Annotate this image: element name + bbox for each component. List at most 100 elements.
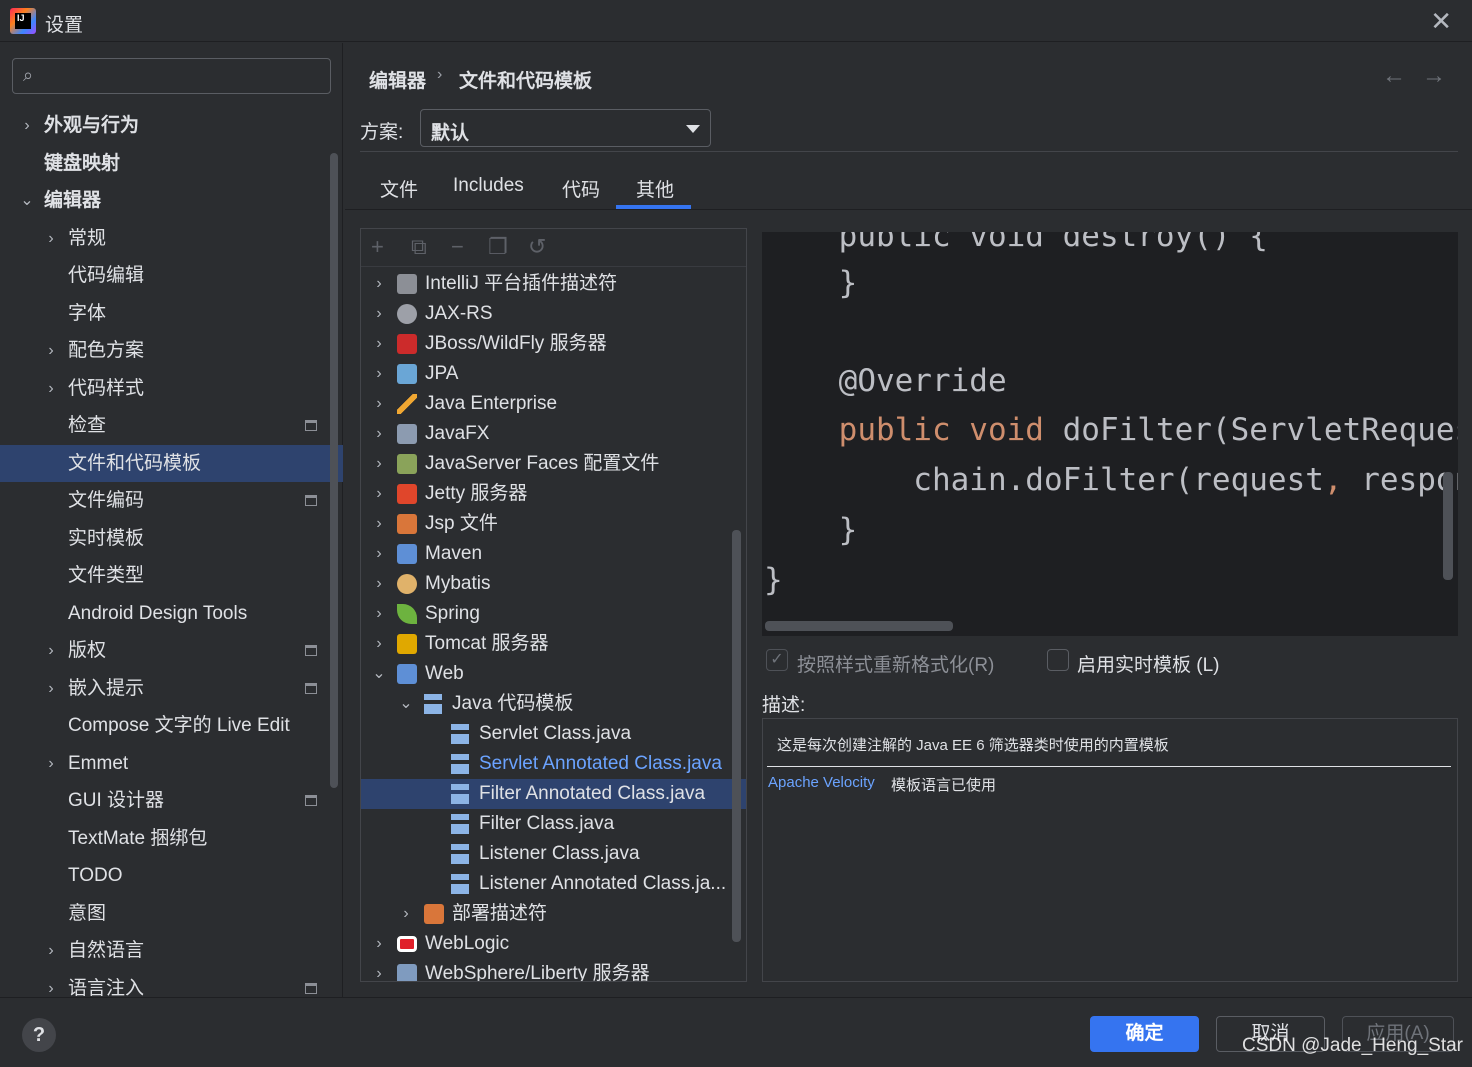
template-tree-item[interactable]: Filter Class.java bbox=[361, 809, 746, 839]
chevron-right-icon[interactable]: › bbox=[42, 220, 60, 257]
template-tree-item[interactable]: Listener Class.java bbox=[361, 839, 746, 869]
chevron-right-icon[interactable]: › bbox=[42, 332, 60, 369]
apache-velocity-link[interactable]: Apache Velocity bbox=[768, 774, 875, 791]
chevron-right-icon[interactable]: › bbox=[371, 449, 387, 479]
template-tree-item[interactable]: › 部署描述符 bbox=[361, 899, 746, 929]
chevron-down-icon[interactable]: ⌄ bbox=[18, 182, 36, 219]
chevron-right-icon[interactable]: › bbox=[371, 329, 387, 359]
chevron-right-icon[interactable]: › bbox=[371, 959, 387, 981]
search-input[interactable] bbox=[53, 63, 323, 89]
sidebar-item[interactable]: › 版权 bbox=[0, 632, 343, 669]
chevron-down-icon[interactable]: ⌄ bbox=[371, 659, 387, 689]
tab-code[interactable]: 代码 bbox=[562, 175, 600, 202]
sidebar-item[interactable]: 键盘映射 bbox=[0, 145, 343, 182]
template-tree-item[interactable]: › JAX-RS bbox=[361, 299, 746, 329]
remove-icon[interactable]: − bbox=[451, 234, 464, 260]
chevron-right-icon[interactable]: › bbox=[42, 745, 60, 782]
chevron-right-icon[interactable]: › bbox=[398, 899, 414, 929]
chevron-down-icon[interactable]: ⌄ bbox=[398, 689, 414, 719]
template-tree-item[interactable]: › Jsp 文件 bbox=[361, 509, 746, 539]
settings-search[interactable]: ⌕ bbox=[12, 58, 331, 94]
sidebar-item[interactable]: › 外观与行为 bbox=[0, 107, 343, 144]
sidebar-item[interactable]: Android Design Tools bbox=[0, 595, 343, 632]
chevron-right-icon[interactable]: › bbox=[42, 370, 60, 407]
sidebar-item[interactable]: 检查 bbox=[0, 407, 343, 444]
template-tree-item[interactable]: › Spring bbox=[361, 599, 746, 629]
back-arrow-icon[interactable]: ← bbox=[1382, 62, 1406, 90]
sidebar-item[interactable]: 文件编码 bbox=[0, 482, 343, 519]
sidebar-item[interactable]: 实时模板 bbox=[0, 520, 343, 557]
copy-icon[interactable]: ❐ bbox=[488, 234, 508, 260]
reset-icon[interactable]: ↺ bbox=[528, 234, 546, 260]
template-tree-item[interactable]: › WebLogic bbox=[361, 929, 746, 959]
breadcrumb-parent[interactable]: 编辑器 bbox=[369, 66, 426, 93]
add-child-icon[interactable]: ⧉ bbox=[411, 234, 427, 260]
sidebar-item[interactable]: GUI 设计器 bbox=[0, 782, 343, 819]
chevron-right-icon[interactable]: › bbox=[371, 629, 387, 659]
sidebar-item[interactable]: TextMate 捆绑包 bbox=[0, 820, 343, 857]
chevron-right-icon[interactable]: › bbox=[371, 569, 387, 599]
sidebar-item[interactable]: 代码编辑 bbox=[0, 257, 343, 294]
template-tree-item[interactable]: › Tomcat 服务器 bbox=[361, 629, 746, 659]
chevron-right-icon[interactable]: › bbox=[42, 670, 60, 707]
sidebar-item[interactable]: › 嵌入提示 bbox=[0, 670, 343, 707]
sidebar-item[interactable]: › 配色方案 bbox=[0, 332, 343, 369]
sidebar-item[interactable]: Compose 文字的 Live Edit bbox=[0, 707, 343, 744]
template-tree-scrollbar[interactable] bbox=[732, 530, 741, 942]
template-tree-item[interactable]: › WebSphere/Liberty 服务器 bbox=[361, 959, 746, 981]
template-tree-item[interactable]: Servlet Annotated Class.java bbox=[361, 749, 746, 779]
tab-includes[interactable]: Includes bbox=[453, 175, 524, 197]
template-tree-item[interactable]: › JPA bbox=[361, 359, 746, 389]
template-tree-item[interactable]: › JBoss/WildFly 服务器 bbox=[361, 329, 746, 359]
close-button[interactable]: ✕ bbox=[1430, 6, 1452, 37]
template-tree-item[interactable]: › IntelliJ 平台插件描述符 bbox=[361, 269, 746, 299]
live-templates-checkbox[interactable] bbox=[1047, 649, 1069, 671]
chevron-right-icon[interactable]: › bbox=[371, 419, 387, 449]
sidebar-scrollbar[interactable] bbox=[330, 153, 338, 788]
help-button[interactable]: ? bbox=[22, 1018, 56, 1052]
sidebar-item[interactable]: 文件类型 bbox=[0, 557, 343, 594]
chevron-right-icon[interactable]: › bbox=[371, 299, 387, 329]
template-tree-item[interactable]: › Mybatis bbox=[361, 569, 746, 599]
chevron-right-icon[interactable]: › bbox=[42, 632, 60, 669]
chevron-right-icon[interactable]: › bbox=[371, 269, 387, 299]
template-tree-item[interactable]: › JavaServer Faces 配置文件 bbox=[361, 449, 746, 479]
forward-arrow-icon[interactable]: → bbox=[1422, 62, 1446, 90]
template-code-editor[interactable]: public void destroy() { } @Override publ… bbox=[762, 232, 1458, 636]
template-tree-item[interactable]: ⌄ Java 代码模板 bbox=[361, 689, 746, 719]
chevron-right-icon[interactable]: › bbox=[371, 929, 387, 959]
chevron-right-icon[interactable]: › bbox=[371, 509, 387, 539]
sidebar-item[interactable]: 文件和代码模板 bbox=[0, 444, 343, 482]
chevron-right-icon[interactable]: › bbox=[371, 539, 387, 569]
chevron-right-icon[interactable]: › bbox=[371, 599, 387, 629]
chevron-right-icon[interactable]: › bbox=[42, 932, 60, 969]
editor-horizontal-scrollbar[interactable] bbox=[765, 621, 953, 631]
chevron-right-icon[interactable]: › bbox=[371, 479, 387, 509]
sidebar-item[interactable]: 意图 bbox=[0, 895, 343, 932]
sidebar-item[interactable]: 字体 bbox=[0, 295, 343, 332]
template-tree-item[interactable]: Servlet Class.java bbox=[361, 719, 746, 749]
template-tree-item[interactable]: ⌄ Web bbox=[361, 659, 746, 689]
template-tree-item[interactable]: Filter Annotated Class.java bbox=[361, 779, 746, 809]
sidebar-item[interactable]: TODO bbox=[0, 857, 343, 894]
sidebar-item[interactable]: ⌄ 编辑器 bbox=[0, 182, 343, 219]
tab-other[interactable]: 其他 bbox=[636, 175, 674, 202]
ok-button[interactable]: 确定 bbox=[1090, 1016, 1199, 1052]
template-tree-item[interactable]: Listener Annotated Class.ja... bbox=[361, 869, 746, 899]
sidebar-item[interactable]: › 常规 bbox=[0, 220, 343, 257]
add-icon[interactable]: + bbox=[371, 234, 384, 260]
sidebar-item[interactable]: › 自然语言 bbox=[0, 932, 343, 969]
template-tree-item[interactable]: › Maven bbox=[361, 539, 746, 569]
sidebar-item[interactable]: › 代码样式 bbox=[0, 370, 343, 407]
chevron-right-icon[interactable]: › bbox=[371, 359, 387, 389]
tab-files[interactable]: 文件 bbox=[380, 175, 418, 202]
chevron-right-icon[interactable]: › bbox=[371, 389, 387, 419]
reformat-checkbox[interactable]: ✓ bbox=[766, 649, 788, 671]
scheme-dropdown[interactable]: 默认 bbox=[420, 109, 711, 147]
editor-vertical-scrollbar[interactable] bbox=[1443, 472, 1453, 580]
template-tree-item[interactable]: › Jetty 服务器 bbox=[361, 479, 746, 509]
template-tree-item[interactable]: › Java Enterprise bbox=[361, 389, 746, 419]
template-tree-item[interactable]: › JavaFX bbox=[361, 419, 746, 449]
chevron-right-icon[interactable]: › bbox=[18, 107, 36, 144]
sidebar-item[interactable]: › Emmet bbox=[0, 745, 343, 782]
